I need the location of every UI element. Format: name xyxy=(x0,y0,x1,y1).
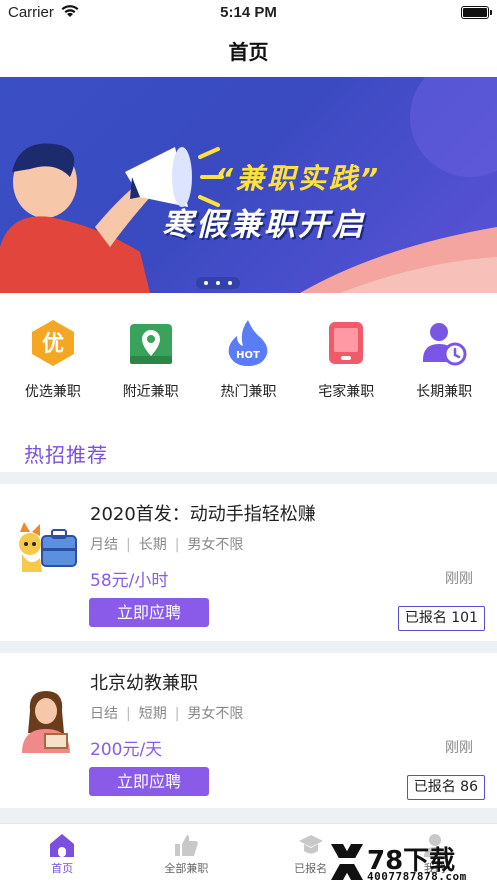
user-clock-icon xyxy=(419,318,469,368)
clock: 5:14 PM xyxy=(220,4,277,21)
category-label: 长期兼职 xyxy=(416,384,473,400)
battery-icon xyxy=(461,6,492,19)
job-tag: 月结 xyxy=(90,537,118,553)
category-youxuan[interactable]: 优 优选兼职 xyxy=(8,318,98,408)
job-tag: 日结 xyxy=(90,706,118,722)
category-label: 宅家兼职 xyxy=(318,384,375,400)
site-watermark: 78下载 4007787878.com xyxy=(329,840,489,883)
status-bar: Carrier 5:14 PM xyxy=(0,0,497,26)
graduation-cap-icon xyxy=(297,832,325,858)
tab-label: 全部兼职 xyxy=(164,862,209,875)
watermark-logo-icon xyxy=(329,844,365,880)
divider xyxy=(0,472,497,484)
job-posted-time: 刚刚 xyxy=(445,571,473,587)
tab-label: 首页 xyxy=(51,862,74,875)
apply-button[interactable]: 立即应聘 xyxy=(89,598,209,627)
job-posted-time: 刚刚 xyxy=(445,740,473,756)
job-tag: 长期 xyxy=(138,537,167,553)
job-title: 北京幼教兼职 xyxy=(90,673,198,694)
category-nearby[interactable]: 附近兼职 xyxy=(106,318,196,408)
job-tags: 日结 | 短期 | 男女不限 xyxy=(90,706,244,722)
job-pay: 58元/小时 xyxy=(90,571,169,591)
banner-headline: “兼职实践” xyxy=(215,162,382,195)
teacher-avatar-icon xyxy=(14,687,80,753)
page-title: 首页 xyxy=(228,40,269,64)
tab-home[interactable]: 首页 xyxy=(0,824,124,883)
tab-all-jobs[interactable]: 全部兼职 xyxy=(124,824,248,883)
youxuan-icon: 优 xyxy=(28,318,78,368)
category-longterm[interactable]: 长期兼职 xyxy=(399,318,489,408)
divider xyxy=(0,808,497,823)
hot-flame-icon: HOT xyxy=(223,318,273,368)
thumbs-up-icon xyxy=(172,832,200,858)
category-hot[interactable]: HOT 热门兼职 xyxy=(203,318,293,408)
phone-icon xyxy=(321,318,371,368)
job-card[interactable]: 北京幼教兼职 日结 | 短期 | 男女不限 200元/天 刚刚 立即应聘 已报名 86 xyxy=(0,653,497,811)
job-card[interactable]: 2020首发：动动手指轻松赚 月结 | 长期 | 男女不限 58元/小时 刚刚 立即应聘… xyxy=(0,484,497,642)
svg-text:优: 优 xyxy=(42,331,64,357)
briefcase-mascot-icon xyxy=(14,518,80,584)
applicant-count-badge: 已报名 86 xyxy=(406,775,485,800)
promo-banner[interactable]: “兼职实践” 寒假兼职开启 xyxy=(0,77,497,293)
job-tag: 男女不限 xyxy=(187,537,244,553)
svg-text:HOT: HOT xyxy=(237,350,261,361)
section-title: 热招推荐 xyxy=(24,443,108,467)
job-pay: 200元/天 xyxy=(90,740,163,760)
job-tags: 月结 | 长期 | 男女不限 xyxy=(90,537,244,553)
banner-subheadline: 寒假兼职开启 xyxy=(162,207,366,243)
divider xyxy=(0,641,497,653)
category-label: 优选兼职 xyxy=(24,384,81,400)
location-icon xyxy=(126,318,176,368)
applicant-count-badge: 已报名 101 xyxy=(397,606,485,631)
category-grid: 优 优选兼职 附近兼职 HOT 热门兼职 宅家兼职 长期兼职 xyxy=(0,318,497,408)
job-tag: 短期 xyxy=(138,706,167,722)
job-title: 2020首发：动动手指轻松赚 xyxy=(90,504,316,525)
category-label: 附近兼职 xyxy=(122,384,179,400)
watermark-url: 4007787878.com xyxy=(367,870,467,883)
category-label: 热门兼职 xyxy=(220,384,277,400)
job-tag: 男女不限 xyxy=(187,706,244,722)
apply-button[interactable]: 立即应聘 xyxy=(89,767,209,796)
home-icon xyxy=(48,832,76,858)
category-home[interactable]: 宅家兼职 xyxy=(301,318,391,408)
